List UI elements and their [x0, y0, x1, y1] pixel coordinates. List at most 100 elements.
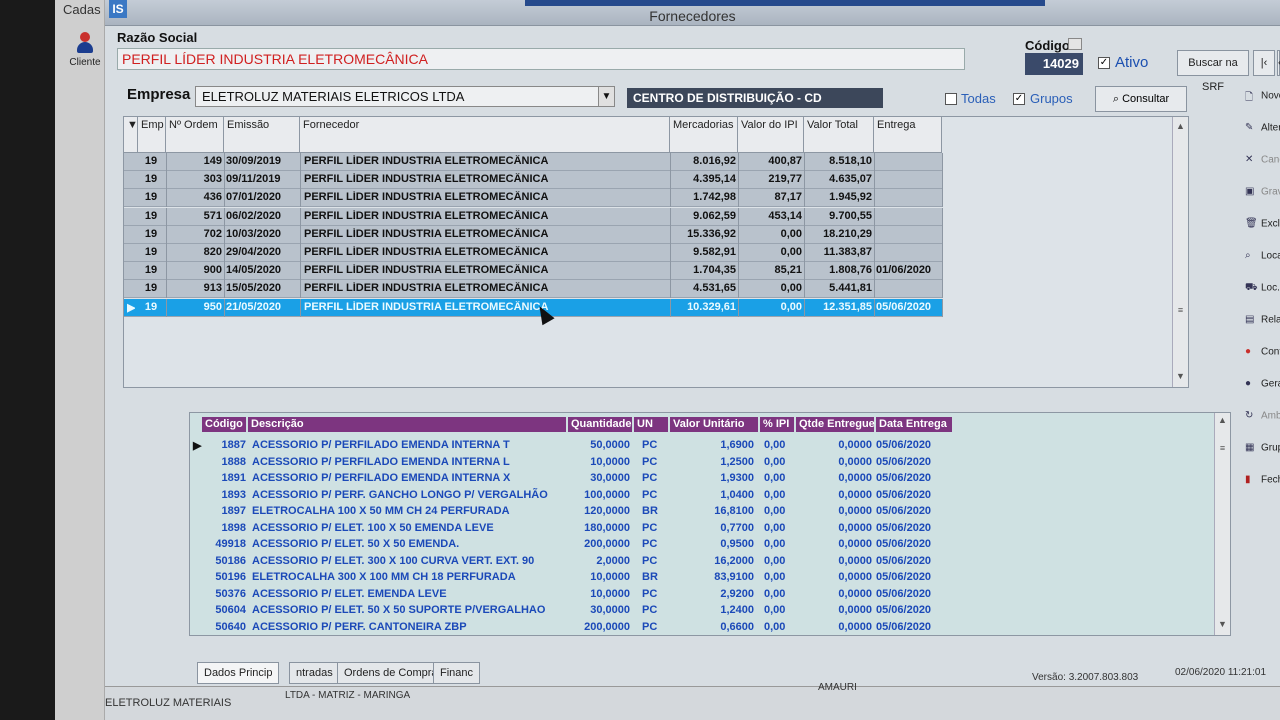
ativo-checkbox[interactable]: ✓: [1098, 57, 1110, 69]
scroll-up-icon[interactable]: ▲: [1173, 121, 1188, 135]
sidebar-button-gravar[interactable]: ▣ Gravar: [1245, 186, 1280, 214]
order-cell-emissao: 09/11/2019: [226, 173, 281, 186]
chevron-down-icon[interactable]: ▼: [598, 87, 614, 106]
item-row[interactable]: 49918 ACESSORIO P/ ELET. 50 X 50 EMENDA. 2…: [190, 537, 1210, 554]
order-row[interactable]: 19 913 15/05/2020 PERFIL LÍDER INDUSTRIA EL…: [124, 280, 943, 299]
scroll-grip-icon[interactable]: ≡: [1215, 443, 1230, 457]
items-scrollbar[interactable]: ▲ ≡ ▼: [1214, 413, 1230, 635]
col-emissao[interactable]: Emissão: [224, 117, 300, 153]
order-row[interactable]: 19 571 06/02/2020 PERFIL LÍDER INDUSTRIA EL…: [124, 207, 943, 226]
scroll-up-icon[interactable]: ▲: [1215, 415, 1230, 429]
order-row[interactable]: ▶ 19 950 21/05/2020 PERFIL LÍDER INDUSTRIA E…: [124, 298, 943, 317]
sidebar-button-alterar[interactable]: ✎ Alterar: [1245, 122, 1280, 150]
item-cell-ipi: 0,00: [764, 521, 786, 534]
codigo-field[interactable]: 14029: [1025, 53, 1083, 75]
order-row[interactable]: 19 820 29/04/2020 PERFIL LÍDER INDUSTRIA EL…: [124, 244, 943, 262]
orders-scrollbar[interactable]: ▲ ≡ ▼: [1172, 117, 1188, 387]
status-company-tail: LTDA - MATRIZ - MARINGA: [285, 690, 411, 701]
tab-dados-principais[interactable]: Dados Princip: [197, 662, 280, 684]
sidebar-button-loc-transportador[interactable]: ⛟Loc. Transportador: [1245, 282, 1280, 310]
col-un[interactable]: UN: [634, 417, 668, 432]
sidebar-button-fechar[interactable]: ▮ Fechar: [1245, 474, 1280, 502]
tab-entradas[interactable]: ntradas: [289, 662, 340, 684]
order-cell-mercadorias: 4.395,14: [693, 173, 736, 186]
col-mercadorias[interactable]: Mercadorias: [670, 117, 738, 153]
consultar-button[interactable]: ⌕ Consultar: [1095, 86, 1187, 112]
col-valor-total[interactable]: Valor Total: [804, 117, 874, 153]
sidebar-button-grupos[interactable]: ▦ Grupos: [1245, 442, 1280, 470]
order-cell-fornecedor: PERFIL LÍDER INDUSTRIA ELETROMECÂNICA: [304, 209, 549, 222]
tab-ordens-de-compra[interactable]: Ordens de Compra: [337, 662, 445, 684]
col-valor-unitario[interactable]: Valor Unitário: [670, 417, 758, 432]
item-cell-descricao: ACESSORIO P/ ELET. 50 X 50 SUPORTE P/VER…: [252, 604, 546, 616]
item-row[interactable]: 1897 ELETROCALHA 100 X 50 MM CH 24 PERFUR…: [190, 504, 1210, 521]
item-row[interactable]: 50640 ACESSORIO P/ PERF. CANTONEIRA ZBP 20…: [190, 620, 1210, 636]
centro-distribuicao-field[interactable]: CENTRO DE DISTRIBUIÇÃO - CD: [627, 88, 883, 108]
col-ipi[interactable]: % IPI: [760, 417, 794, 432]
item-row[interactable]: 1893 ACESSORIO P/ PERF. GANCHO LONGO P/ V…: [190, 488, 1210, 505]
col-data-entrega[interactable]: Data Entrega: [876, 417, 952, 432]
razao-social-field[interactable]: PERFIL LÍDER INDUSTRIA ELETROMECÂNICA: [117, 48, 965, 70]
order-row[interactable]: 19 303 09/11/2019 PERFIL LÍDER INDUSTRIA EL…: [124, 171, 943, 190]
sidebar-button-novo[interactable]: 🗋 Novo: [1245, 90, 1280, 118]
order-cell-entrega: 01/06/2020: [876, 264, 932, 277]
col-descricao[interactable]: Descrição: [248, 417, 566, 432]
col-entrega[interactable]: Entrega: [874, 117, 942, 153]
col-emp[interactable]: Emp: [138, 117, 166, 153]
item-cell-quantidade: 180,0000: [584, 521, 630, 534]
item-row[interactable]: ▶ 1887 ACESSORIO P/ PERFILADO EMENDA INTER…: [190, 438, 1210, 455]
order-cell-fornecedor: PERFIL LÍDER INDUSTRIA ELETROMECÂNICA: [304, 300, 549, 313]
todas-checkbox[interactable]: [945, 93, 957, 105]
sidebar-button-label: Loc. Transportador: [1261, 282, 1280, 294]
item-cell-codigo: 50186: [215, 554, 246, 567]
menu-cadastros[interactable]: Cadas: [63, 2, 101, 17]
col-qtde-entregue[interactable]: Qtde Entregue: [796, 417, 875, 432]
item-row[interactable]: 1898 ACESSORIO P/ ELET. 100 X 50 EMENDA L…: [190, 521, 1210, 538]
sidebar-button-amb-reposi-o[interactable]: ↻ Amb. Reposição: [1245, 410, 1280, 438]
order-cell-valor-ipi: 0,00: [780, 246, 802, 258]
sidebar-button-excluir[interactable]: 🗑Excluir: [1245, 218, 1280, 246]
sidebar-button-relat-rios[interactable]: ▤ Relatórios: [1245, 314, 1280, 342]
item-cell-descricao: ACESSORIO P/ PERFILADO EMENDA INTERNA L: [252, 455, 510, 468]
col-valor-ipi[interactable]: Valor do IPI: [738, 117, 804, 153]
orders-grid[interactable]: ▼ Emp Nº Ordem Emissão Fornecedor Mercad…: [123, 116, 1189, 388]
empresa-select[interactable]: ELETROLUZ MATERIAIS ELETRICOS LTDA ▼: [195, 86, 615, 107]
clients-button[interactable]: Cliente: [65, 32, 105, 68]
item-row[interactable]: 50196 ELETROCALHA 300 X 100 MM CH 18 PERF…: [190, 570, 1210, 587]
scroll-grip-icon[interactable]: ≡: [1173, 305, 1188, 319]
scroll-down-icon[interactable]: ▼: [1215, 619, 1230, 633]
order-row[interactable]: 19 702 10/03/2020 PERFIL LÍDER INDUSTRIA EL…: [124, 225, 943, 244]
buscar-srf-button[interactable]: Buscar na SRF: [1177, 50, 1249, 93]
order-cell-fornecedor: PERFIL LÍDER INDUSTRIA ELETROMECÂNICA: [304, 173, 549, 186]
orders-grid-header: ▼ Emp Nº Ordem Emissão Fornecedor Mercad…: [124, 117, 942, 153]
item-row[interactable]: 50186 ACESSORIO P/ ELET. 300 X 100 CURVA …: [190, 554, 1210, 571]
item-cell-ipi: 0,00: [764, 488, 786, 501]
nav-first-button[interactable]: |‹: [1253, 50, 1275, 76]
tab-financeiro[interactable]: Financ: [433, 662, 481, 684]
col-codigo[interactable]: Código: [202, 417, 246, 432]
items-grid[interactable]: Código Descrição Quantidade UN Valor Uni…: [189, 412, 1231, 636]
order-row[interactable]: 19 900 14/05/2020 PERFIL LÍDER INDUSTRIA EL…: [124, 262, 943, 281]
col-quantidade[interactable]: Quantidade: [568, 417, 632, 432]
item-cell-descricao: ACESSORIO P/ ELET. 100 X 50 EMENDA LEVE: [252, 521, 494, 534]
item-row[interactable]: 1891 ACESSORIO P/ PERFILADO EMENDA INTERN…: [190, 471, 1210, 488]
codigo-lookup-button[interactable]: [1068, 38, 1082, 50]
item-cell-quantidade: 200,0000: [584, 538, 630, 550]
grupos-checkbox[interactable]: ✓: [1013, 93, 1025, 105]
col-ordem[interactable]: Nº Ordem: [166, 117, 224, 153]
sidebar-button-localizar[interactable]: ⌕ Localizar: [1245, 250, 1280, 278]
order-row[interactable]: 19 436 07/01/2020 PERFIL LÍDER INDUSTRIA EL…: [124, 189, 943, 208]
item-row[interactable]: 1888 ACESSORIO P/ PERFILADO EMENDA INTERN…: [190, 455, 1210, 472]
sidebar-button-contatos[interactable]: ● Contatos: [1245, 346, 1280, 374]
sidebar-button-label: Fechar: [1261, 474, 1280, 486]
order-cell-emissao: 29/04/2020: [226, 246, 282, 258]
col-fornecedor[interactable]: Fornecedor: [300, 117, 670, 153]
order-cell-valor-total: 11.383,87: [823, 246, 872, 258]
order-row[interactable]: 19 149 30/09/2019 PERFIL LÍDER INDUSTRIA EL…: [124, 153, 943, 171]
item-row[interactable]: 50604 ACESSORIO P/ ELET. 50 X 50 SUPORTE …: [190, 603, 1210, 620]
scroll-down-icon[interactable]: ▼: [1173, 371, 1188, 385]
item-row[interactable]: 50376 ACESSORIO P/ ELET. EMENDA LEVE 10,00…: [190, 587, 1210, 604]
sidebar-button-cancelar[interactable]: ✕ Cancelar: [1245, 154, 1280, 182]
item-cell-ipi: 0,00: [764, 455, 786, 468]
sidebar-button-gerar-cliente[interactable]: ● Gerar Cliente: [1245, 378, 1280, 406]
